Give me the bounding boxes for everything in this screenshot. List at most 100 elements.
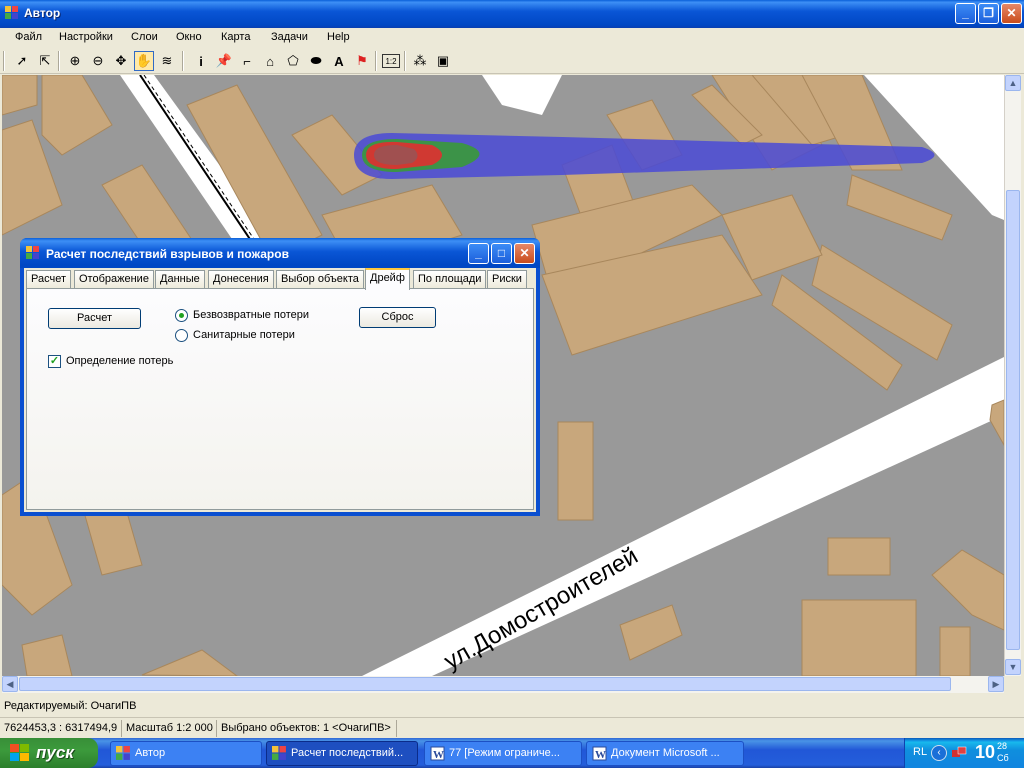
toolbar-separator xyxy=(58,51,60,71)
scroll-left-button[interactable]: ◀ xyxy=(2,676,18,692)
start-label: пуск xyxy=(36,743,74,762)
menu-file[interactable]: Файл xyxy=(15,31,42,43)
horizontal-scroll-thumb[interactable] xyxy=(19,677,951,691)
task-label: Документ Microsoft ... xyxy=(611,747,720,759)
dialog-title: Расчет последствий взрывов и пожаров xyxy=(46,247,289,261)
layers-icon[interactable]: ≋ xyxy=(157,51,177,71)
losses-checkbox-label: Определение потерь xyxy=(66,355,174,367)
menu-help[interactable]: Help xyxy=(327,31,350,43)
label-icon[interactable]: 1:2 xyxy=(382,54,400,68)
task-word-doc-1[interactable]: W 77 [Режим ограниче... xyxy=(424,741,582,766)
zoom-out-icon[interactable]: ⊖ xyxy=(88,51,108,71)
dialog-maximize-button[interactable]: □ xyxy=(491,243,512,264)
menu-window[interactable]: Окно xyxy=(176,31,202,43)
app-icon xyxy=(272,746,286,760)
clock-day: Сб xyxy=(997,753,1009,763)
zoom-in-icon[interactable]: ⊕ xyxy=(65,51,85,71)
status-separator xyxy=(396,720,397,737)
tab-strip: Расчет Отображение Данные Донесения Выбо… xyxy=(26,268,534,290)
tab-risks[interactable]: Риски xyxy=(487,270,527,289)
polygon-outline-icon[interactable]: ⬠ xyxy=(283,51,303,71)
tab-display[interactable]: Отображение xyxy=(74,270,154,289)
flag-icon[interactable]: ⚑ xyxy=(352,51,372,71)
taskbar: пуск Автор Расчет последствий... W 77 [Р… xyxy=(0,738,1024,768)
toolbar-separator xyxy=(182,51,184,71)
radio-sanitary[interactable] xyxy=(175,329,188,342)
text-icon[interactable]: A xyxy=(329,51,349,71)
road-top xyxy=(482,75,562,115)
dialog-body: Расчет Отображение Данные Донесения Выбо… xyxy=(24,268,536,512)
main-titlebar: Автор _ ❐ ✕ xyxy=(0,0,1024,28)
scroll-right-button[interactable]: ▶ xyxy=(988,676,1004,692)
window-title: Автор xyxy=(24,6,61,20)
calc-dialog: Расчет последствий взрывов и пожаров _ □… xyxy=(20,238,540,516)
tab-data[interactable]: Данные xyxy=(155,270,205,289)
dialog-close-button[interactable]: ✕ xyxy=(514,243,535,264)
tab-drift[interactable]: Дрейф xyxy=(365,268,410,290)
map-vertical-scrollbar[interactable]: ▲ ▼ xyxy=(1004,75,1021,676)
clock-hour: 10 xyxy=(975,742,996,762)
minimize-button[interactable]: _ xyxy=(955,3,976,24)
move-icon[interactable]: ✥ xyxy=(111,51,131,71)
task-label: Расчет последствий... xyxy=(291,747,404,759)
toolbar-grip xyxy=(3,51,5,71)
restore-button[interactable]: ❐ xyxy=(978,3,999,24)
app-icon xyxy=(116,746,130,760)
system-tray: RL ‹ 10 28 Сб xyxy=(904,738,1024,768)
word-icon: W xyxy=(592,746,607,761)
svg-text:W: W xyxy=(433,749,444,761)
task-calc-dialog[interactable]: Расчет последствий... xyxy=(266,741,418,766)
desktop: Автор _ ❐ ✕ Файл Настройки Слои Окно Кар… xyxy=(0,0,1024,768)
tab-by-area[interactable]: По площади xyxy=(413,270,487,289)
language-indicator[interactable]: RL xyxy=(913,746,927,758)
map-horizontal-scrollbar[interactable]: ◀ ▶ xyxy=(2,676,1004,693)
menu-layers[interactable]: Слои xyxy=(131,31,158,43)
edit-status-bar: Редактируемый: ОчагиПВ xyxy=(0,696,1024,716)
tab-reports[interactable]: Донесения xyxy=(208,270,274,289)
tab-object-select[interactable]: Выбор объекта xyxy=(276,270,364,289)
polyline-icon[interactable]: ⌐ xyxy=(237,51,257,71)
task-label: Автор xyxy=(135,747,166,759)
reset-button[interactable]: Сброс xyxy=(359,307,436,328)
status-separator xyxy=(216,720,217,737)
menu-settings[interactable]: Настройки xyxy=(59,31,113,43)
coord-icon[interactable]: ⁂ xyxy=(410,51,430,71)
task-word-doc-2[interactable]: W Документ Microsoft ... xyxy=(586,741,744,766)
radio-irrecoverable-label: Безвозвратные потери xyxy=(193,309,310,321)
network-icon[interactable] xyxy=(951,745,967,761)
menu-bar: Файл Настройки Слои Окно Карта Задачи He… xyxy=(0,28,1024,48)
menu-map[interactable]: Карта xyxy=(221,31,250,43)
dialog-app-icon xyxy=(26,246,39,259)
select-arrow-icon[interactable]: ⇱ xyxy=(35,51,55,71)
editable-layer-text: Редактируемый: ОчагиПВ xyxy=(4,700,137,712)
toolbar-separator xyxy=(404,51,406,71)
radio-sanitary-label: Санитарные потери xyxy=(193,329,295,341)
task-avtor[interactable]: Автор xyxy=(110,741,262,766)
pan-hand-icon[interactable]: ✋ xyxy=(134,51,154,71)
menu-tasks[interactable]: Задачи xyxy=(271,31,308,43)
tray-expand-icon[interactable]: ‹ xyxy=(931,745,947,761)
vertical-scroll-thumb[interactable] xyxy=(1006,190,1020,650)
scale-text: Масштаб 1:2 000 xyxy=(126,722,213,734)
ellipse-icon[interactable]: ⬬ xyxy=(306,51,326,71)
toolbar: ➚ ⇱ ⊕ ⊖ ✥ ✋ ≋ i 📌 ⌐ ⌂ ⬠ ⬬ A ⚑ 1:2 ⁂ ▣ xyxy=(0,48,1024,74)
start-button[interactable]: пуск xyxy=(0,738,98,768)
image-icon[interactable]: ▣ xyxy=(433,51,453,71)
tab-calc[interactable]: Расчет xyxy=(26,270,71,289)
pin-icon[interactable]: 📌 xyxy=(214,51,234,71)
dialog-titlebar[interactable]: Расчет последствий взрывов и пожаров _ □… xyxy=(20,238,540,268)
dialog-minimize-button[interactable]: _ xyxy=(468,243,489,264)
clock-minute: 28 xyxy=(997,741,1008,751)
arrow-pointer-icon[interactable]: ➚ xyxy=(12,51,32,71)
windows-logo-icon xyxy=(10,744,29,761)
info-icon[interactable]: i xyxy=(191,51,211,71)
calc-button[interactable]: Расчет xyxy=(48,308,141,329)
losses-checkbox[interactable]: ✓ xyxy=(48,355,61,368)
scroll-up-button[interactable]: ▲ xyxy=(1005,75,1021,91)
app-icon xyxy=(5,6,18,19)
scroll-down-button[interactable]: ▼ xyxy=(1005,659,1021,675)
radio-irrecoverable[interactable] xyxy=(175,309,188,322)
polygon-icon[interactable]: ⌂ xyxy=(260,51,280,71)
status-bar: 7624453,3 : 6317494,9 Масштаб 1:2 000 Вы… xyxy=(0,717,1024,738)
close-button[interactable]: ✕ xyxy=(1001,3,1022,24)
